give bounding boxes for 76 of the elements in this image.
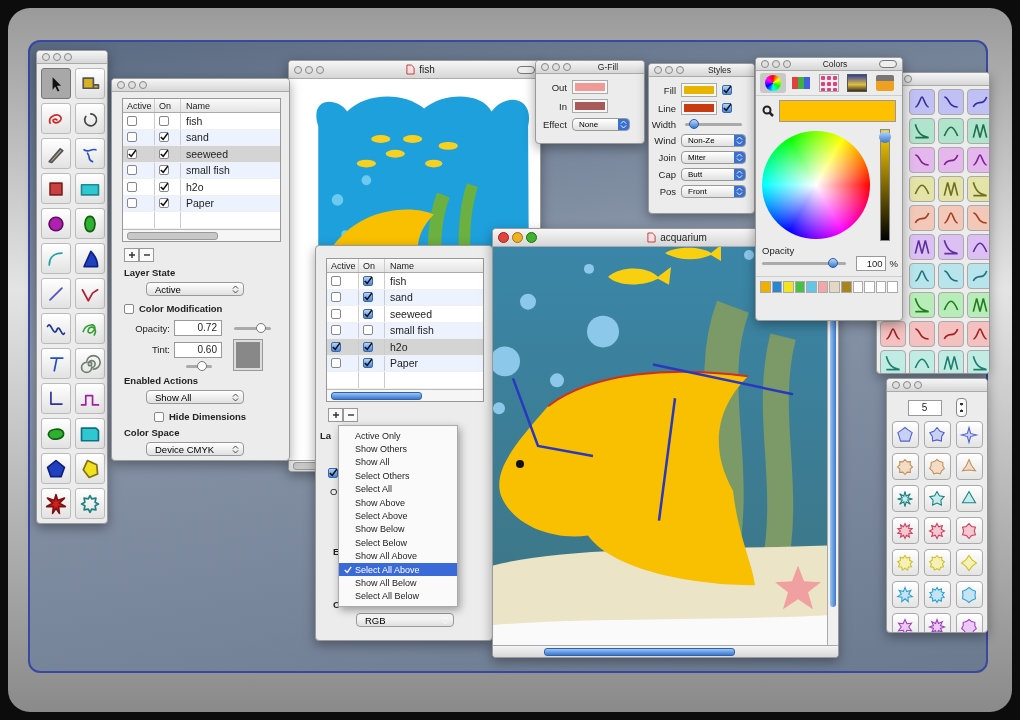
- menu-item[interactable]: Show All: [339, 455, 457, 470]
- enabled-actions-popup[interactable]: Show All: [146, 390, 244, 404]
- layer-name: Paper: [185, 197, 216, 210]
- menu-item[interactable]: Show Below: [339, 522, 457, 537]
- field-label: Fill: [662, 84, 677, 96]
- opacity-field[interactable]: 0.72: [174, 320, 222, 336]
- field-label: Join: [657, 152, 677, 163]
- menu-item[interactable]: Show Others: [339, 442, 457, 456]
- field-label: Cap: [657, 169, 677, 180]
- menu-item[interactable]: Select Below: [339, 536, 457, 550]
- layer-name: sand: [185, 131, 210, 144]
- style-popup[interactable]: Miter: [681, 151, 746, 164]
- layer-row[interactable]: fish: [327, 273, 483, 290]
- layer-name: fish: [185, 114, 204, 127]
- layer-name: small fish: [389, 324, 435, 337]
- menu-item[interactable]: Select Others: [339, 469, 457, 483]
- field-label: Out: [550, 81, 568, 93]
- field-label: Line: [657, 102, 677, 114]
- menu-item[interactable]: Select All: [339, 482, 457, 496]
- menu-item[interactable]: Show All Above: [339, 549, 457, 563]
- field-label: Effect: [541, 119, 568, 130]
- column-header[interactable]: On: [155, 99, 181, 112]
- effect-popup[interactable]: None: [572, 118, 630, 131]
- layer-row[interactable]: seeweed: [123, 146, 280, 163]
- column-header[interactable]: On: [359, 259, 385, 272]
- field-label: Pos: [658, 186, 677, 197]
- field-label: O: [330, 486, 338, 497]
- layer-row[interactable]: h2o: [123, 179, 280, 196]
- window-title: G-Fill: [596, 62, 620, 72]
- layer-row[interactable]: h2o: [327, 339, 483, 356]
- color-space-popup[interactable]: RGB: [356, 613, 454, 627]
- field-label: Tint:: [150, 344, 171, 356]
- field-label: In: [558, 100, 568, 112]
- style-popup[interactable]: Butt: [681, 168, 746, 181]
- field-label: Opacity:: [134, 322, 171, 334]
- layer-name: seeweed: [185, 147, 230, 160]
- tint-field[interactable]: 0.60: [174, 341, 222, 358]
- window-title: Colors: [821, 59, 849, 69]
- menu-item[interactable]: Active Only: [339, 429, 457, 443]
- menu-item[interactable]: Select Above: [339, 509, 457, 523]
- opacity-field[interactable]: 100: [855, 256, 886, 271]
- menu-item[interactable]: Show Above: [339, 495, 457, 510]
- menu-item[interactable]: Show All Below: [339, 576, 457, 590]
- field-label: Opacity: [761, 244, 796, 256]
- style-popup[interactable]: Front: [681, 185, 746, 198]
- unit-label: %: [889, 258, 898, 269]
- section-label: Layer State: [124, 267, 177, 278]
- window-title: fish: [419, 64, 435, 75]
- column-header[interactable]: Name: [181, 100, 280, 111]
- section-label: La: [320, 430, 332, 441]
- column-header[interactable]: Active: [123, 99, 155, 112]
- layer-name: Paper: [389, 357, 420, 370]
- section-label: Enabled Actions: [124, 375, 200, 386]
- column-header[interactable]: Name: [385, 260, 483, 271]
- layer-name: fish: [389, 274, 408, 287]
- layer-name: seeweed: [389, 307, 434, 320]
- layer-name: sand: [389, 291, 414, 304]
- layer-name: small fish: [185, 164, 231, 177]
- field-label: Width: [650, 119, 677, 130]
- layer-state-popup[interactable]: Active: [146, 282, 244, 296]
- style-popup[interactable]: Non-Ze: [681, 134, 746, 147]
- field-label: Wind: [653, 135, 677, 146]
- point-count-field[interactable]: 5: [907, 399, 942, 416]
- checkbox-label: Color Modification: [139, 303, 223, 314]
- window-title: Styles: [706, 65, 733, 75]
- column-header[interactable]: Active: [327, 259, 359, 272]
- window-title: acquarium: [660, 232, 707, 243]
- layer-row[interactable]: seeweed: [327, 306, 483, 323]
- layer-row[interactable]: fish: [123, 113, 280, 130]
- menu-item[interactable]: Select All Above: [339, 562, 457, 577]
- color-space-popup[interactable]: Device CMYK: [146, 442, 244, 456]
- section-label: Color Space: [124, 427, 181, 438]
- layer-name: h2o: [389, 340, 409, 353]
- layer-name: h2o: [185, 180, 205, 193]
- checkbox-label: Hide Dimensions: [169, 411, 247, 422]
- menu-item[interactable]: Select All Below: [339, 589, 457, 604]
